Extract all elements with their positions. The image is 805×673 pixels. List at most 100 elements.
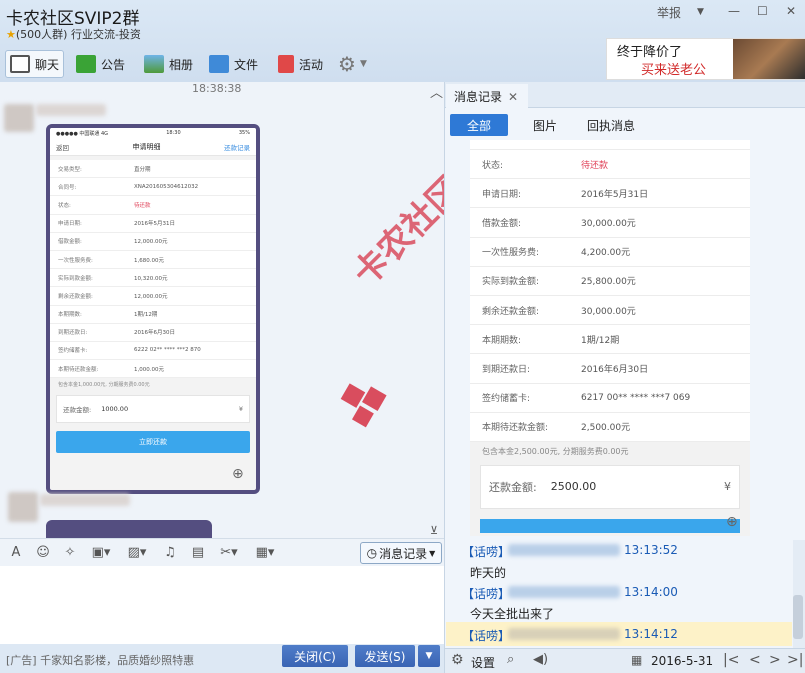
history-detail-row: 签约储蓄卡: 6217 00** **** ***7 069 [470, 383, 750, 413]
close-icon[interactable]: ✕ [786, 4, 796, 18]
close-tab-icon[interactable]: ✕ [508, 90, 518, 104]
music-icon[interactable]: ♫ [162, 545, 178, 561]
row-value: 25,800.00元 [581, 277, 636, 288]
row-value: 2016年5月31日 [134, 221, 175, 228]
zoom-icon[interactable]: ⊕ [726, 514, 738, 530]
row-key: 本期期数: [58, 312, 82, 319]
settings-icon[interactable]: ⚙ [451, 652, 464, 668]
row-value: 1,000.00元 [134, 366, 164, 373]
tab-announcement[interactable]: 公告 [72, 50, 129, 78]
send-button[interactable]: 发送(S) [355, 645, 415, 667]
tab-files[interactable]: 文件 [205, 50, 262, 78]
tab-album-label: 相册 [169, 57, 194, 72]
search-icon[interactable]: ⌕ [507, 652, 514, 667]
chat-icon [10, 55, 30, 73]
phone-amount-label: 还款金额: [63, 406, 92, 415]
message-input[interactable] [0, 566, 444, 644]
row-key: 签约储蓄卡: [58, 348, 88, 355]
collapse-icon[interactable]: ︿ [430, 82, 443, 101]
row-key: 本期待还款金额: [482, 423, 549, 434]
history-detail-row: 本期期数: 1期/12期 [470, 325, 750, 355]
phone-repay-button: 立即还款 [56, 431, 250, 454]
emoji-icon[interactable]: ☺ [35, 545, 51, 561]
status-battery: 35% [238, 130, 250, 136]
zoom-icon[interactable]: ⊕ [232, 466, 244, 482]
calendar-icon[interactable]: ▦ [631, 653, 642, 667]
scrollbar-thumb[interactable] [793, 595, 803, 639]
message-record-button[interactable]: ◷ 消息记录 ▼ [360, 542, 442, 564]
phone-detail-row: 到期还款日: 2016年6月30日 [50, 323, 256, 342]
dropdown-icon: ▼ [429, 548, 436, 558]
row-key: 到期还款日: [482, 364, 531, 375]
send-options-icon[interactable]: ▼ [418, 645, 440, 667]
group-info: (500人群) 行业交流-投资 [15, 28, 141, 41]
log-message[interactable]: 昨天的 [470, 564, 506, 581]
log-message[interactable]: 今天全批出来了 [470, 605, 554, 622]
log-sender-tag: 【话唠】 [462, 545, 511, 559]
last-page-icon[interactable]: >| [787, 652, 803, 668]
next-page-icon[interactable]: > [769, 652, 781, 668]
filter-images[interactable]: 图片 [524, 114, 566, 136]
row-value: 12,000.00元 [134, 293, 168, 300]
history-date[interactable]: 2016-5-31 [651, 654, 713, 668]
tab-message-record[interactable]: 消息记录 ✕ [446, 84, 528, 108]
history-detail-row: 一次性服务费: 4,200.00元 [470, 237, 750, 267]
ad-line1: 终于降价了 [617, 45, 683, 60]
menu-dropdown-icon[interactable]: ▼ [697, 7, 704, 17]
history-amount-label: 还款金额: [489, 480, 537, 494]
sender-name [40, 494, 130, 506]
font-icon[interactable]: A [8, 545, 24, 561]
box-icon[interactable]: ▤ [190, 545, 206, 561]
phone-status-bar: ●●●●● 中国联通 4G 18:30 35% [50, 128, 256, 138]
ad-banner[interactable]: 终于降价了 买来送老公 [606, 38, 805, 80]
message-bubble[interactable] [46, 520, 212, 538]
row-value: 4,200.00元 [581, 248, 631, 259]
phone-back: 返回 [56, 143, 69, 152]
phone-title: 申请明细 [132, 142, 161, 151]
more-icon[interactable]: ▦▾ [252, 545, 278, 561]
row-value: 10,320.00元 [134, 275, 168, 282]
gift-icon[interactable]: ▣▾ [88, 545, 114, 561]
bottom-ad-text[interactable]: [广告] 千家知名影楼，品质婚纱照特惠 [6, 652, 194, 668]
row-key: 剩余还款金额: [58, 293, 93, 300]
minimize-icon[interactable]: — [728, 4, 740, 18]
history-image[interactable]: 状态: 待还款 申请日期: 2016年5月31日 借款金额: 30,000.00元 一次性服… [470, 140, 750, 536]
tab-announcement-label: 公告 [101, 57, 126, 72]
scissors-icon[interactable]: ✂▾ [216, 545, 242, 561]
main-toolbar: 聊天 公告 相册 文件 活动 ⚙ ▼ [0, 46, 600, 80]
tab-activity[interactable]: 活动 [274, 50, 327, 78]
filter-all[interactable]: 全部 [450, 114, 508, 136]
row-key: 本期待还款金额: [58, 366, 99, 373]
settings-label[interactable]: 设置 [471, 654, 495, 671]
prev-page-icon[interactable]: < [749, 652, 761, 668]
phone-detail-row: 一次性服务费: 1,680.00元 [50, 250, 256, 270]
filter-receipts[interactable]: 回执消息 [580, 114, 642, 136]
tab-album[interactable]: 相册 [140, 50, 197, 78]
audio-icon[interactable]: ◀) [533, 652, 548, 667]
history-repay-button [480, 518, 740, 533]
phone-detail-row: 借款金额: 12,000.00元 [50, 232, 256, 251]
settings-gear-icon[interactable]: ⚙ ▼ [334, 50, 371, 78]
close-button[interactable]: 关闭(C) [282, 645, 348, 667]
log-sender-tag: 【话唠】 [462, 629, 511, 643]
first-page-icon[interactable]: |< [723, 652, 739, 668]
row-key: 状态: [58, 202, 71, 209]
report-link[interactable]: 举报 [657, 4, 681, 21]
avatar[interactable] [4, 104, 34, 132]
phone-detail-row: 合同号: XNA20160530461203​2 [50, 178, 256, 197]
tab-chat[interactable]: 聊天 [5, 50, 65, 78]
maximize-icon[interactable]: ☐ [757, 4, 768, 18]
expand-icon[interactable]: ⊻ [430, 524, 438, 537]
row-value: 30,000.00元 [581, 306, 636, 317]
phone-currency: ¥ [238, 405, 243, 414]
magic-icon[interactable]: ✧ [62, 545, 78, 561]
image-icon[interactable]: ▨▾ [124, 545, 150, 561]
ad-image [733, 39, 805, 79]
phone-note: 包含本金1,000.00元, 分期服务费0.00元 [58, 382, 150, 389]
avatar[interactable] [8, 492, 38, 522]
log-sender-name [508, 586, 620, 598]
history-footer: ⚙ 设置 ⌕ ◀) ▦ 2016-5-31 |< < > >| [445, 648, 805, 673]
row-key: 借款金额: [58, 239, 82, 246]
phone-screenshot[interactable]: ●●●●● 中国联通 4G 18:30 35% 返回 申请明细 还款记录 交易类… [46, 124, 260, 494]
row-value: 2016年5月31日 [581, 189, 649, 200]
